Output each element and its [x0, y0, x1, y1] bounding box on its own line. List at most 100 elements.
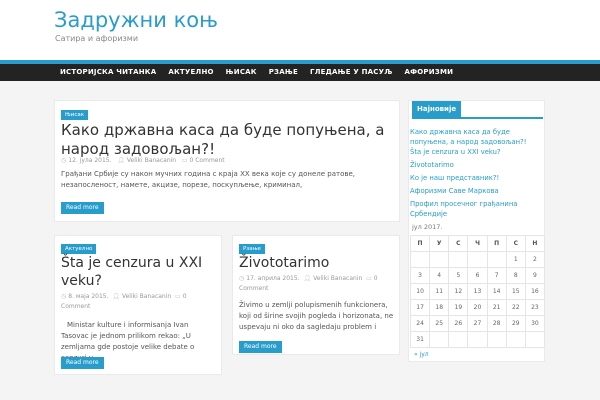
calendar-prev-link[interactable]: « јул [414, 351, 429, 358]
calendar-day-header: У [429, 235, 450, 252]
calendar-day [505, 331, 526, 348]
user-icon: 👤︎ [303, 275, 312, 282]
post-meta: ◷ 8. маја 2015. 👤︎ Veliki Banacanin ▭ 0 Com… [61, 292, 221, 311]
calendar-day-header: Н [524, 235, 546, 252]
calendar-day: 17 [409, 299, 431, 316]
calendar-day [524, 331, 546, 348]
calendar-week-row: 31 [409, 331, 546, 348]
read-more-button[interactable]: Read more [239, 341, 282, 353]
calendar-day: 30 [524, 315, 546, 332]
calendar-day-header: С [505, 235, 526, 252]
main-navigation: ИСТОРИЈСКА ЧИТАНКА АКТУЕЛНО ЊИСАК РЗАЊЕ … [0, 60, 600, 81]
nav-item-aphorisms[interactable]: АФОРИЗМИ [399, 64, 460, 81]
calendar-day [467, 331, 488, 348]
post-title[interactable]: Živototarimo [239, 255, 397, 273]
recent-post-link[interactable]: Профил просечног грађанина Србендије [410, 199, 542, 219]
read-more-button[interactable]: Read more [61, 357, 104, 369]
recent-post-link[interactable]: Šta je cenzura u XXI veku? [410, 147, 542, 157]
category-badge[interactable]: Рзање [239, 244, 265, 254]
calendar-week-row: 3 4 5 6 7 8 9 [409, 267, 546, 284]
calendar-day: 13 [467, 283, 488, 300]
calendar-day [429, 251, 450, 268]
calendar-day: 16 [524, 283, 546, 300]
calendar-day: 1 [505, 251, 526, 268]
calendar-day: 6 [467, 267, 488, 284]
calendar-day: 2 [524, 251, 546, 268]
calendar-icon: ◷ [61, 293, 67, 300]
calendar-day: 21 [486, 299, 507, 316]
calendar-day [409, 251, 431, 268]
recent-post-link[interactable]: Како државна каса да буде попуњена, а на… [410, 127, 542, 147]
calendar-day: 24 [409, 315, 431, 332]
calendar-day-header: П [409, 235, 431, 252]
calendar-day-header: С [448, 235, 469, 252]
post-card: Њисак Како државна каса да буде попуњена… [54, 100, 400, 222]
recent-post-link[interactable]: Živototarimo [410, 160, 542, 170]
calendar-day: 12 [448, 283, 469, 300]
calendar-day [486, 251, 507, 268]
post-comments-label[interactable]: Comment [61, 303, 90, 310]
calendar-day [467, 251, 488, 268]
calendar-day: 14 [486, 283, 507, 300]
post-excerpt: Živimo u zemlji polupismenih funkcionera… [239, 301, 394, 331]
post-title[interactable]: Како државна каса да буде попуњена, а на… [61, 121, 391, 159]
calendar-week-row: 1 2 [409, 251, 546, 268]
site-title[interactable]: Задружни коњ [54, 8, 218, 32]
post-comments-count[interactable]: 0 [374, 275, 378, 282]
calendar-header-row: П У С Ч П С Н [409, 235, 546, 252]
calendar-icon: ◷ [239, 275, 245, 282]
post-author[interactable]: Veliki Banacanin [313, 275, 362, 282]
nav-item-rzanje[interactable]: РЗАЊЕ [263, 64, 304, 81]
calendar-day [448, 331, 469, 348]
calendar-day-header: П [486, 235, 507, 252]
post-author[interactable]: Veliki Banacanin [122, 293, 171, 300]
post-meta: ◷ 17. априла 2015. 👤︎ Veliki Banacanin ▭ 0 … [239, 274, 399, 293]
calendar-table: П У С Ч П С Н 1 2 3 4 5 6 7 8 9 10 11 12… [409, 235, 546, 348]
post-card: Рзање Živototarimo ◷ 17. априла 2015. 👤︎ V… [232, 235, 400, 355]
post-date[interactable]: 17. априла 2015. [246, 275, 299, 282]
post-date[interactable]: 12. јула 2015. [68, 157, 111, 164]
nav-item-current[interactable]: АКТУЕЛНО [162, 64, 219, 81]
user-icon: 👤︎ [117, 157, 125, 164]
widget-title: Најновије [412, 101, 462, 117]
nav-item-njisak[interactable]: ЊИСАК [220, 64, 263, 81]
calendar-day: 8 [505, 267, 526, 284]
post-title[interactable]: Šta je cenzura u XXI veku? [61, 255, 219, 290]
calendar-day: 22 [505, 299, 526, 316]
post-comments[interactable]: 0 Comment [190, 157, 225, 164]
post-comments-count[interactable]: 0 [183, 293, 187, 300]
calendar-week-row: 17 18 19 20 21 22 23 [409, 299, 546, 316]
calendar-day: 11 [429, 283, 450, 300]
calendar-day: 19 [448, 299, 469, 316]
calendar-day: 27 [467, 315, 488, 332]
comment-icon: ▭ [181, 157, 188, 164]
site-header: Задружни коњ Сатира и афоризми [0, 0, 600, 60]
calendar-day: 4 [429, 267, 450, 284]
calendar-day: 9 [524, 267, 546, 284]
category-badge[interactable]: Актуелно [61, 244, 97, 254]
calendar-day [429, 331, 450, 348]
calendar-caption: јул 2017. [412, 223, 443, 231]
post-comments-label[interactable]: Comment [239, 285, 268, 292]
nav-item-beans[interactable]: ГЛЕДАЊЕ У ПАСУЉ [304, 64, 399, 81]
calendar-day: 23 [524, 299, 546, 316]
calendar-day: 29 [505, 315, 526, 332]
calendar-week-row: 24 25 26 27 28 29 30 [409, 315, 546, 332]
calendar-day: 3 [409, 267, 431, 284]
calendar-day: 18 [429, 299, 450, 316]
read-more-button[interactable]: Read more [61, 202, 104, 214]
post-meta: ◷ 12. јула 2015. 👤︎ Veliki Banacanin ▭ 0 Co… [61, 157, 225, 164]
nav-item-history[interactable]: ИСТОРИЈСКА ЧИТАНКА [54, 64, 162, 81]
calendar-day: 7 [486, 267, 507, 284]
calendar-day: 10 [409, 283, 431, 300]
category-badge[interactable]: Њисак [61, 110, 89, 120]
calendar-day: 28 [486, 315, 507, 332]
recent-post-link[interactable]: Ко је наш представник?! [410, 173, 542, 183]
calendar-day: 20 [467, 299, 488, 316]
post-author[interactable]: Veliki Banacanin [127, 157, 176, 164]
recent-post-link[interactable]: Афоризми Саве Маркова [410, 186, 542, 196]
site-description: Сатира и афоризми [55, 34, 139, 43]
nav-menu: ИСТОРИЈСКА ЧИТАНКА АКТУЕЛНО ЊИСАК РЗАЊЕ … [54, 64, 459, 81]
post-date[interactable]: 8. маја 2015. [68, 293, 108, 300]
calendar-day [486, 331, 507, 348]
